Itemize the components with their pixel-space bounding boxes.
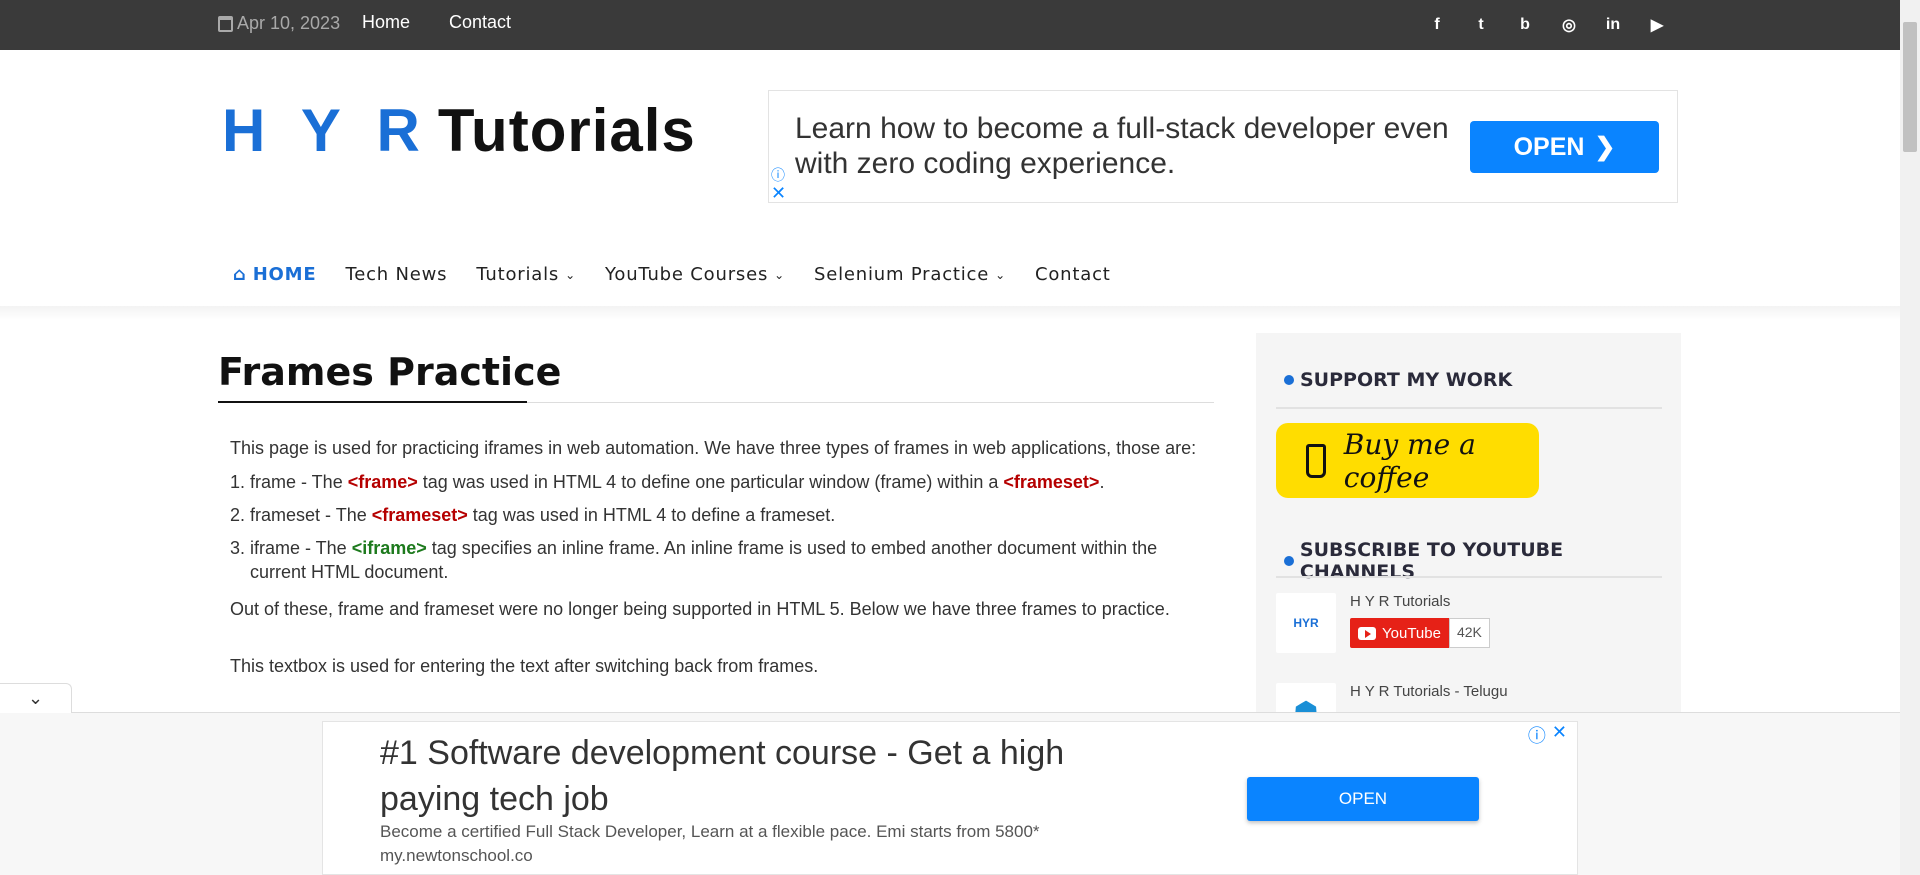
support-heading-text: SUPPORT MY WORK xyxy=(1300,369,1513,391)
nav-item-selenium-practice[interactable]: Selenium Practice ⌄ xyxy=(814,264,1006,285)
bullet-dot xyxy=(1284,556,1294,566)
logo-tutorials: Tutorials xyxy=(437,97,696,164)
nav-item-label: Tutorials xyxy=(476,264,560,285)
tag-code: <frame> xyxy=(347,472,418,492)
chevron-down-icon: ⌄ xyxy=(774,267,785,282)
chevron-down-icon: ⌄ xyxy=(565,267,576,282)
intro-paragraph: This page is used for practicing iframes… xyxy=(230,438,1197,458)
home-icon: ⌂ xyxy=(233,264,247,285)
channel-name[interactable]: H Y R Tutorials xyxy=(1350,593,1490,610)
top-ad-open-button[interactable]: OPEN ❯ xyxy=(1470,121,1659,173)
tag-code: <frameset> xyxy=(1003,472,1100,492)
instagram-icon[interactable]: ◎ xyxy=(1558,14,1580,36)
list-item: iframe - The <iframe> tag specifies an i… xyxy=(250,536,1200,584)
top-advertisement[interactable]: Learn how to become a full-stack develop… xyxy=(768,90,1678,203)
textbox-note: This textbox is used for entering the te… xyxy=(230,656,819,676)
sidebar-divider xyxy=(1276,576,1662,578)
topbar-link-contact[interactable]: Contact xyxy=(449,12,511,33)
channel-name[interactable]: H Y R Tutorials - Telugu xyxy=(1350,683,1508,700)
blogger-icon[interactable]: b xyxy=(1514,14,1536,36)
article-content: This page is used for practicing iframes… xyxy=(230,432,1200,682)
list-text: iframe - The xyxy=(250,538,352,558)
youtube-logo-icon xyxy=(1358,626,1376,640)
list-text: tag was used in HTML 4 to define a frame… xyxy=(467,505,836,525)
tag-code: <frameset> xyxy=(371,505,468,525)
nav-item-label: Selenium Practice xyxy=(813,264,990,285)
list-text: . xyxy=(1099,472,1105,492)
top-ad-text: Learn how to become a full-stack develop… xyxy=(795,112,1449,180)
outro-paragraph: Out of these, frame and frameset were no… xyxy=(230,599,1170,619)
tag-code: <iframe> xyxy=(351,538,427,558)
coffee-cup-icon xyxy=(1306,443,1326,478)
bullet-dot xyxy=(1284,375,1294,385)
nav-item-contact[interactable]: Contact xyxy=(1035,264,1111,285)
title-underline xyxy=(218,401,527,403)
nav-item-label: Tech News xyxy=(345,264,448,285)
list-text: frame - The xyxy=(250,472,348,492)
ad-controls: ⓘ ✕ xyxy=(1528,722,1567,748)
bottom-ad-headline: #1 Software development course - Get a h… xyxy=(380,734,1065,818)
bottom-ad-description: Become a certified Full Stack Developer,… xyxy=(380,822,1040,841)
ad-close-icon[interactable]: ✕ xyxy=(771,183,786,204)
nav-item-label: Contact xyxy=(1035,264,1111,285)
sidebar: SUPPORT MY WORK Buy me a coffee SUBSCRIB… xyxy=(1256,333,1681,743)
list-item: frame - The <frame> tag was used in HTML… xyxy=(250,470,1200,494)
chevron-right-icon: ❯ xyxy=(1594,133,1616,161)
bottom-advertisement[interactable]: #1 Software development course - Get a h… xyxy=(322,721,1578,875)
nav-item-youtube-courses[interactable]: YouTube Courses ⌄ xyxy=(605,264,785,285)
collapse-ad-button[interactable]: ⌄ xyxy=(0,683,72,713)
page-scrollbar[interactable] xyxy=(1900,0,1920,875)
ad-info-icon[interactable]: ⓘ xyxy=(771,165,785,185)
chevron-down-icon: ⌄ xyxy=(995,267,1006,282)
date-text: Apr 10, 2023 xyxy=(237,13,341,33)
logo-hyr: H Y R xyxy=(222,97,430,164)
linkedin-icon[interactable]: in xyxy=(1602,14,1624,36)
top-bar: Apr 10, 2023 Home Contact f t b ◎ in ▶ xyxy=(0,0,1900,50)
ad-close-icon[interactable]: ✕ xyxy=(1552,722,1567,748)
ad-info-icon[interactable]: ⓘ xyxy=(1528,722,1546,748)
site-logo[interactable]: H Y R Tutorials xyxy=(222,96,696,165)
channel-avatar[interactable]: HYR xyxy=(1276,593,1336,653)
channel-item: HYR H Y R Tutorials YouTube 42K xyxy=(1276,593,1490,653)
topbar-link-home[interactable]: Home xyxy=(362,12,410,33)
sidebar-divider xyxy=(1276,407,1662,409)
calendar-icon xyxy=(218,15,233,32)
scrollbar-thumb[interactable] xyxy=(1903,22,1917,152)
frame-types-list: frame - The <frame> tag was used in HTML… xyxy=(230,470,1200,584)
youtube-icon[interactable]: ▶ xyxy=(1646,14,1668,36)
main-nav: ⌂ HOME Tech News Tutorials ⌄ YouTube Cou… xyxy=(233,264,1140,285)
nav-item-tech-news[interactable]: Tech News xyxy=(345,264,447,285)
date-display: Apr 10, 2023 xyxy=(218,13,340,34)
buy-me-a-coffee-button[interactable]: Buy me a coffee xyxy=(1276,423,1539,498)
social-links: f t b ◎ in ▶ xyxy=(1426,14,1668,36)
page-title: Frames Practice xyxy=(218,350,562,394)
youtube-subscribe-button[interactable]: YouTube xyxy=(1350,618,1449,648)
support-heading: SUPPORT MY WORK xyxy=(1284,369,1512,391)
top-ad-open-label: OPEN xyxy=(1513,132,1585,161)
chevron-down-icon: ⌄ xyxy=(27,688,44,708)
nav-item-tutorials[interactable]: Tutorials ⌄ xyxy=(476,264,576,285)
list-text: tag was used in HTML 4 to define one par… xyxy=(417,472,1004,492)
coffee-label: Buy me a coffee xyxy=(1343,427,1476,494)
nav-divider xyxy=(0,306,1900,320)
nav-item-home[interactable]: ⌂ HOME xyxy=(233,264,316,285)
subscriber-count: 42K xyxy=(1448,618,1490,648)
twitter-icon[interactable]: t xyxy=(1470,14,1492,36)
bottom-ad-url[interactable]: my.newtonschool.co xyxy=(380,846,533,866)
bottom-ad-open-button[interactable]: OPEN xyxy=(1247,777,1479,821)
nav-item-label: HOME xyxy=(252,264,317,285)
nav-item-label: YouTube Courses xyxy=(604,264,769,285)
facebook-icon[interactable]: f xyxy=(1426,14,1448,36)
list-item: frameset - The <frameset> tag was used i… xyxy=(250,503,1200,527)
list-text: frameset - The xyxy=(250,505,372,525)
youtube-button-label: YouTube xyxy=(1382,624,1441,642)
